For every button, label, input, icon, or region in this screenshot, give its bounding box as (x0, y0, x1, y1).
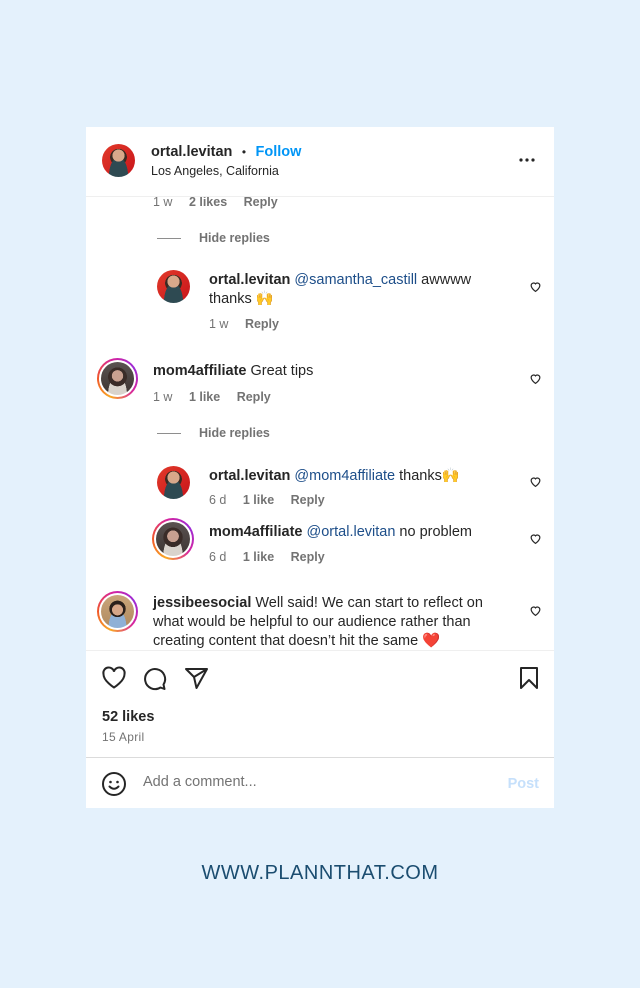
comment-body: Great tips (246, 363, 314, 379)
comment-meta: 1 w 2 likes Reply (153, 195, 291, 209)
commenter-username[interactable]: ortal.levitan (209, 272, 290, 288)
separator-dot: • (241, 145, 247, 159)
reply-button[interactable]: Reply (244, 195, 278, 209)
hide-replies-label: Hide replies (199, 426, 270, 440)
like-comment-icon[interactable] (529, 475, 542, 488)
comment-likes[interactable]: 1 like (189, 390, 220, 404)
commenter-username[interactable]: jessibeesocial (153, 595, 251, 611)
commenter-avatar[interactable] (157, 466, 190, 499)
likes-count[interactable]: 52 likes (102, 709, 154, 725)
comment-input[interactable] (143, 774, 483, 790)
mention-link[interactable]: @ortal.levitan (307, 524, 396, 540)
author-avatar[interactable] (102, 144, 135, 177)
comment-text: mom4affiliate Great tips (153, 362, 493, 381)
like-comment-icon[interactable] (529, 280, 542, 293)
comment-text: ortal.levitan @mom4affiliate thanks🙌 (209, 467, 499, 486)
post-header: ortal.levitan • Follow Los Angeles, Cali… (86, 127, 554, 197)
hide-replies-label: Hide replies (199, 231, 270, 245)
commenter-avatar[interactable] (101, 362, 134, 395)
hide-replies-button[interactable]: Hide replies (157, 426, 270, 440)
comment-text: mom4affiliate @ortal.levitan no problem (209, 523, 499, 542)
like-icon[interactable] (101, 666, 127, 690)
comment-time: 1 w (153, 195, 173, 209)
reply-button[interactable]: Reply (291, 493, 325, 507)
reply-button[interactable]: Reply (245, 317, 279, 331)
comment-meta: 1 w Reply (209, 317, 292, 331)
comment-time: 1 w (209, 317, 229, 331)
mention-link[interactable]: @mom4affiliate (294, 468, 395, 484)
website-url: WWW.PLANNTHAT.COM (201, 862, 439, 884)
comment-time: 6 d (209, 493, 227, 507)
comment-likes[interactable]: 2 likes (189, 195, 227, 209)
divider-line (157, 433, 181, 435)
comment-meta: 6 d 1 like Reply (209, 493, 338, 507)
follow-button[interactable]: Follow (256, 144, 302, 160)
save-bookmark-icon[interactable] (519, 666, 539, 690)
share-icon[interactable] (184, 666, 209, 690)
commenter-username[interactable]: mom4affiliate (153, 363, 246, 379)
commenter-avatar[interactable] (156, 522, 190, 556)
comment-time: 1 w (153, 390, 173, 404)
commenter-avatar[interactable] (101, 595, 134, 628)
author-line: ortal.levitan • Follow (151, 143, 301, 161)
hide-replies-button[interactable]: Hide replies (157, 231, 270, 245)
mention-link[interactable]: @samantha_castill (294, 272, 417, 288)
comment-meta: 6 d 1 like Reply (209, 550, 338, 564)
comment-meta: 1 w 1 like Reply (153, 390, 284, 404)
comments-list[interactable]: 1 w 2 likes Reply Hide replies ortal.lev… (86, 127, 554, 650)
instagram-post-card: ortal.levitan • Follow Los Angeles, Cali… (86, 127, 554, 808)
comment-time: 6 d (209, 550, 227, 564)
comment-likes[interactable]: 1 like (243, 550, 274, 564)
commenter-avatar[interactable] (157, 270, 190, 303)
post-actions: 52 likes 15 April Post (86, 650, 554, 808)
author-username[interactable]: ortal.levitan (151, 144, 232, 160)
like-comment-icon[interactable] (529, 604, 542, 617)
reply-button[interactable]: Reply (291, 550, 325, 564)
post-button[interactable]: Post (508, 776, 539, 792)
commenter-username[interactable]: mom4affiliate (209, 524, 302, 540)
comment-text: jessibeesocial Well said! We can start t… (153, 594, 503, 651)
comment-body: no problem (395, 524, 472, 540)
emoji-icon[interactable] (101, 771, 127, 797)
more-options-icon[interactable] (518, 151, 536, 169)
divider-line (157, 238, 181, 240)
comment-body: thanks🙌 (395, 468, 460, 484)
commenter-username[interactable]: ortal.levitan (209, 468, 290, 484)
comment-icon[interactable] (142, 666, 167, 691)
like-comment-icon[interactable] (529, 372, 542, 385)
like-comment-icon[interactable] (529, 532, 542, 545)
post-date: 15 April (102, 730, 145, 744)
post-location[interactable]: Los Angeles, California (151, 164, 279, 178)
reply-button[interactable]: Reply (237, 390, 271, 404)
add-comment-bar: Post (86, 757, 554, 808)
comment-text: ortal.levitan @samantha_castill awwww th… (209, 271, 499, 309)
comment-likes[interactable]: 1 like (243, 493, 274, 507)
